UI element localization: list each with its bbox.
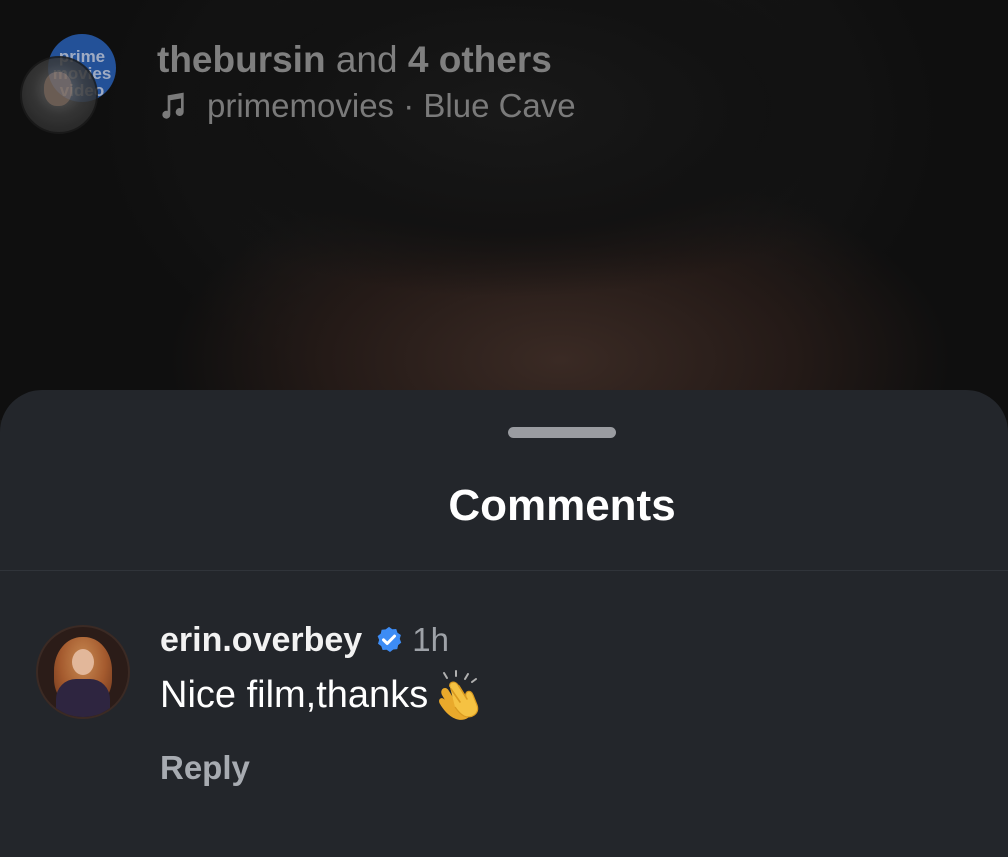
post-authors[interactable]: thebursin and 4 others <box>157 38 576 82</box>
verified-badge-icon <box>377 626 402 652</box>
commenter-username[interactable]: erin.overbey <box>160 618 362 662</box>
comments-sheet: Comments erin.overbey 1h Nice film,thank… <box>0 390 1008 857</box>
comment-timestamp: 1h <box>412 621 449 658</box>
authors-joiner: and <box>335 39 398 80</box>
sheet-grabber-handle[interactable] <box>508 427 616 438</box>
post-credits: thebursin and 4 others primemovies · Blu… <box>157 38 576 126</box>
clapping-hands-icon <box>439 669 479 720</box>
others-count[interactable]: 4 others <box>408 39 552 80</box>
user-avatar <box>20 56 98 134</box>
post-header: prime movies video thebursin and 4 other… <box>0 0 1008 140</box>
sheet-title: Comments <box>448 481 676 530</box>
comment-text: Nice film,thanks <box>160 674 429 716</box>
audio-text: primemovies · Blue Cave <box>207 87 576 124</box>
avatar-portrait <box>44 72 72 106</box>
audio-attribution[interactable]: primemovies · Blue Cave <box>157 86 576 126</box>
comment-text-row: Nice film,thanks <box>160 669 484 723</box>
reply-button[interactable]: Reply <box>160 746 250 790</box>
author-username[interactable]: thebursin <box>157 39 326 80</box>
divider <box>0 570 1008 571</box>
commenter-avatar[interactable] <box>36 625 130 719</box>
collab-avatars[interactable]: prime movies video <box>20 34 120 134</box>
comment-meta: erin.overbey 1h <box>160 618 449 662</box>
music-note-icon <box>162 92 184 119</box>
